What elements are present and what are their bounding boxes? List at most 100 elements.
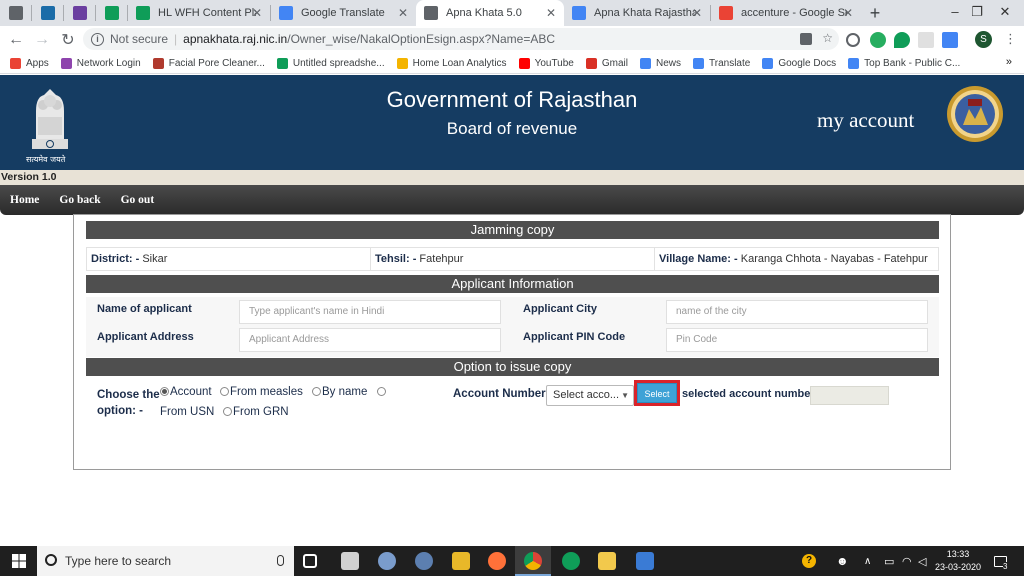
people-icon[interactable]: ☻ bbox=[836, 546, 849, 576]
bookmark-item[interactable]: Untitled spreadshe... bbox=[276, 57, 385, 69]
browser-tab[interactable] bbox=[96, 0, 127, 26]
bookmark-item[interactable]: News bbox=[639, 57, 681, 69]
extension-clock-icon[interactable] bbox=[846, 33, 860, 47]
radio-from-measles[interactable]: From measles bbox=[220, 386, 303, 398]
select-button[interactable]: Select bbox=[637, 383, 677, 403]
network-icon[interactable]: ▭ bbox=[884, 546, 894, 576]
bookmark-label: Top Bank - Public C... bbox=[864, 57, 961, 69]
applicant-pin-input[interactable]: Pin Code bbox=[666, 328, 928, 352]
translate-icon bbox=[279, 6, 293, 20]
kebab-menu-icon[interactable]: ⋮ bbox=[1004, 31, 1017, 47]
volume-icon[interactable]: ◁ bbox=[918, 546, 926, 576]
hangouts-icon[interactable] bbox=[562, 552, 580, 570]
address-bar[interactable]: i Not secure | apnakhata.raj.nic.in /Own… bbox=[83, 28, 839, 50]
calculator-icon[interactable] bbox=[341, 552, 359, 570]
applicant-info-heading: Applicant Information bbox=[86, 275, 939, 293]
applicant-name-label: Name of applicant bbox=[97, 303, 192, 315]
my-account-link[interactable]: my account bbox=[817, 108, 914, 133]
clock-date: 23-03-2020 bbox=[934, 562, 982, 572]
bookmark-item[interactable]: Apps bbox=[10, 57, 49, 69]
radio-by-name-dot[interactable] bbox=[312, 387, 321, 396]
radio-from-grn[interactable]: From GRN bbox=[223, 406, 289, 418]
sheets-icon bbox=[104, 6, 119, 20]
bookmark-icon bbox=[518, 57, 530, 69]
taskbar-search[interactable]: Type here to search bbox=[37, 546, 294, 576]
close-window-button[interactable]: ✕ bbox=[982, 0, 1024, 26]
reload-icon[interactable]: ↻ bbox=[55, 30, 81, 50]
extension-pdf-icon[interactable] bbox=[918, 32, 934, 48]
store-icon[interactable] bbox=[636, 552, 654, 570]
microphone-icon[interactable] bbox=[277, 555, 284, 566]
menu-go-out[interactable]: Go out bbox=[111, 194, 165, 206]
close-tab-icon[interactable]: ✕ bbox=[252, 6, 262, 20]
grammarly-icon[interactable] bbox=[870, 32, 886, 48]
applicant-city-input[interactable]: name of the city bbox=[666, 300, 928, 324]
bookmark-item[interactable]: YouTube bbox=[518, 57, 574, 69]
extension-translate-icon[interactable] bbox=[942, 32, 958, 48]
choose-option-label-line1: Choose the bbox=[97, 389, 160, 401]
tab-active[interactable]: Apna Khata 5.0 ✕ bbox=[416, 0, 564, 26]
bookmarks-overflow-icon[interactable]: » bbox=[1006, 56, 1012, 68]
app-icon-2[interactable] bbox=[415, 552, 433, 570]
chrome-icon[interactable] bbox=[524, 552, 542, 570]
applicant-address-input[interactable]: Applicant Address bbox=[239, 328, 501, 352]
windows-taskbar: Type here to search ? ☻ ∧ ▭ ◠ ◁ 13:33 23… bbox=[0, 546, 1024, 576]
browser-tab[interactable] bbox=[64, 0, 95, 26]
tehsil-cell: Tehsil: - Fatehpur bbox=[371, 248, 655, 270]
bookmark-item[interactable]: Network Login bbox=[60, 57, 141, 69]
applicant-name-input[interactable]: Type applicant's name in Hindi bbox=[239, 300, 501, 324]
close-tab-icon[interactable]: ✕ bbox=[546, 6, 556, 20]
profile-avatar[interactable]: S bbox=[975, 31, 992, 48]
bookmark-item[interactable]: Facial Pore Cleaner... bbox=[152, 57, 265, 69]
forward-icon[interactable]: → bbox=[29, 31, 55, 49]
close-tab-icon[interactable]: ✕ bbox=[843, 6, 853, 20]
not-secure-label[interactable]: Not secure bbox=[110, 32, 168, 46]
translate-page-icon[interactable] bbox=[800, 33, 813, 45]
browser-toolbar: ← → ↻ i Not secure | apnakhata.raj.nic.i… bbox=[0, 26, 1024, 53]
district-label: District: - bbox=[91, 253, 140, 265]
help-icon[interactable]: ? bbox=[802, 546, 816, 576]
account-number-select[interactable]: Select acco... ▼ bbox=[546, 385, 634, 406]
bookmark-item[interactable]: Gmail bbox=[585, 57, 628, 69]
new-tab-button[interactable]: + bbox=[861, 3, 889, 24]
browser-tab[interactable]: Apna Khata Rajasthan - /✕ bbox=[564, 0, 710, 26]
browser-tab[interactable]: accenture - Google Sear✕ bbox=[711, 0, 861, 26]
bookmark-item[interactable]: Top Bank - Public C... bbox=[848, 57, 961, 69]
bookmark-item[interactable]: Home Loan Analytics bbox=[396, 57, 507, 69]
bookmark-star-icon[interactable]: ☆ bbox=[822, 31, 833, 45]
tray-chevron-icon[interactable]: ∧ bbox=[864, 546, 871, 576]
radio-account-dot[interactable] bbox=[160, 387, 169, 396]
browser-tab[interactable] bbox=[32, 0, 63, 26]
system-clock[interactable]: 13:33 23-03-2020 bbox=[934, 548, 982, 574]
close-tab-icon[interactable]: ✕ bbox=[692, 6, 702, 20]
firefox-icon[interactable] bbox=[488, 552, 506, 570]
radio-from-grn-dot[interactable] bbox=[223, 407, 232, 416]
extension-chat-icon[interactable] bbox=[894, 32, 910, 48]
back-icon[interactable]: ← bbox=[3, 31, 29, 49]
radio-from-usn-dot[interactable] bbox=[377, 387, 386, 396]
menu-home[interactable]: Home bbox=[0, 194, 49, 206]
radio-account[interactable]: Account bbox=[160, 386, 212, 398]
radio-from-usn[interactable] bbox=[377, 386, 387, 398]
radio-by-name[interactable]: By name bbox=[312, 386, 367, 398]
bookmark-item[interactable]: Google Docs bbox=[762, 57, 836, 69]
sticky-notes-icon[interactable] bbox=[452, 552, 470, 570]
bookmark-item[interactable]: Translate bbox=[693, 57, 750, 69]
browser-tab[interactable]: Google Translate ✕ bbox=[271, 0, 416, 26]
village-label: Village Name: - bbox=[659, 253, 738, 265]
close-tab-icon[interactable]: ✕ bbox=[398, 6, 408, 20]
notification-center-icon[interactable]: 3 bbox=[994, 546, 1011, 576]
applicant-form: Name of applicant Type applicant's name … bbox=[86, 297, 939, 357]
radio-from-usn-label: From USN bbox=[160, 406, 215, 418]
wifi-icon[interactable]: ◠ bbox=[902, 546, 912, 576]
file-explorer-icon[interactable] bbox=[598, 552, 616, 570]
menu-go-back[interactable]: Go back bbox=[49, 194, 110, 206]
windows-start-button[interactable] bbox=[0, 546, 37, 576]
browser-tab[interactable] bbox=[0, 0, 31, 26]
browser-tab[interactable]: HL WFH Content Plan (2...✕ bbox=[128, 0, 270, 26]
radio-from-measles-dot[interactable] bbox=[220, 387, 229, 396]
info-icon[interactable]: i bbox=[91, 32, 104, 46]
app-icon[interactable] bbox=[378, 552, 396, 570]
bookmark-icon bbox=[693, 57, 704, 69]
task-view-icon[interactable] bbox=[303, 554, 317, 568]
